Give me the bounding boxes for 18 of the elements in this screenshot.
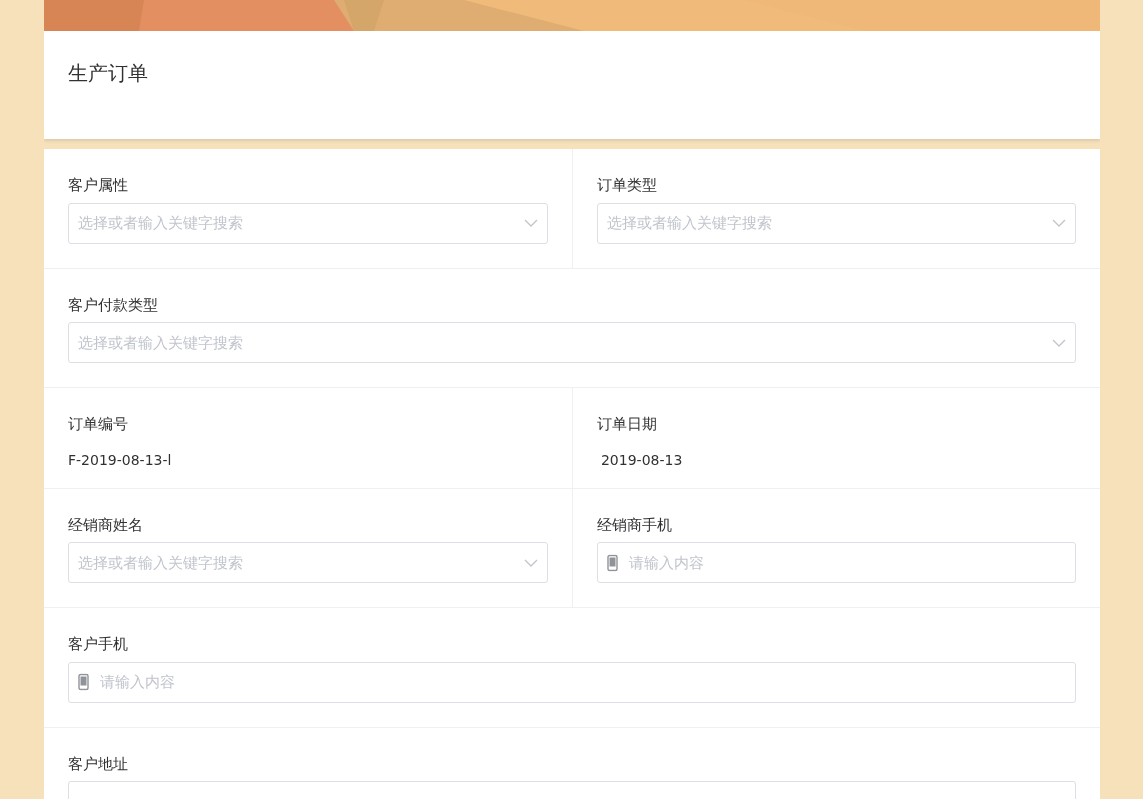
field-label: 经销商姓名 <box>68 514 143 536</box>
field-label: 客户付款类型 <box>68 294 158 316</box>
select-field[interactable]: 选择或者输入关键字搜索 <box>68 202 548 244</box>
form-title: 生产订单 <box>68 61 149 85</box>
field-label: 订单类型 <box>596 175 657 196</box>
select-field[interactable]: 选择或者输入关键字搜索 <box>596 202 1076 244</box>
field-label: 客户属性 <box>68 175 128 196</box>
input-field[interactable]: 请输入内容 <box>68 661 1076 703</box>
select-field[interactable]: 选择或者输入关键字搜索 <box>68 322 1076 363</box>
select-field[interactable]: 选择或者输入关键字搜索 <box>68 542 548 583</box>
field-label: 客户手机 <box>68 634 128 655</box>
field-value: 2019-08-13 <box>599 450 683 470</box>
field-label: 订单编号 <box>68 414 128 435</box>
input-field[interactable]: 请输入内容 <box>596 542 1076 583</box>
field-value: F-2019-08-13-l <box>68 450 172 470</box>
field-label: 经销商手机 <box>596 514 672 536</box>
field-label: 订单日期 <box>596 414 657 435</box>
field-label: 客户地址 <box>68 753 128 775</box>
